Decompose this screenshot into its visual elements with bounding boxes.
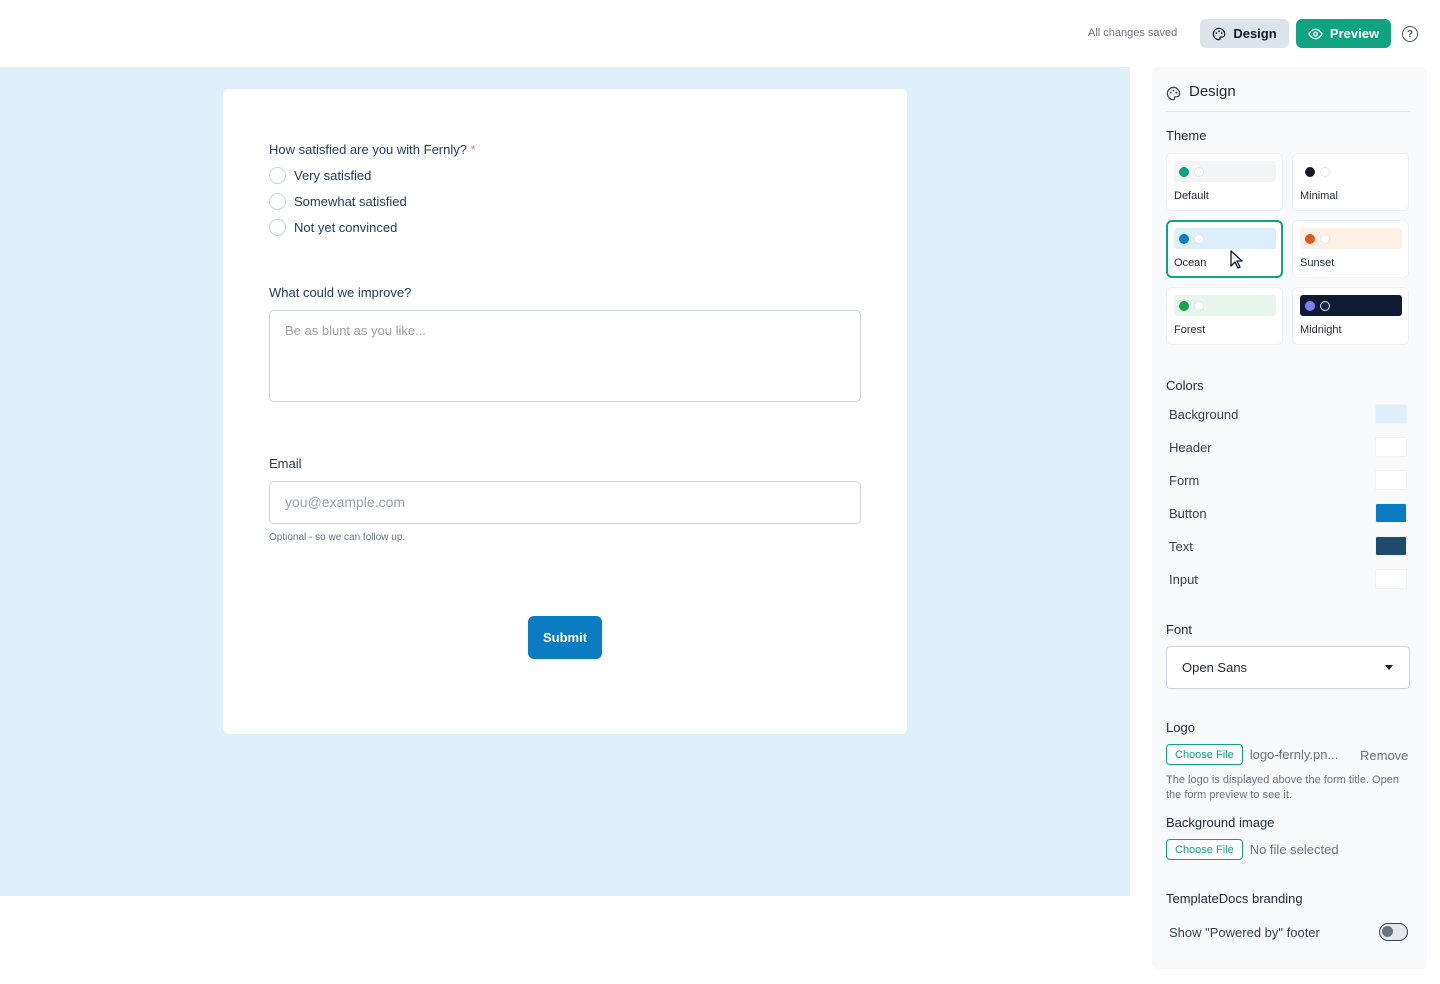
design-button[interactable]: Design bbox=[1200, 19, 1289, 48]
sidebar-title: Design bbox=[1189, 83, 1236, 100]
color-picker-input[interactable] bbox=[1375, 569, 1407, 589]
theme-color-dot bbox=[1305, 167, 1315, 177]
color-row-background: Background bbox=[1169, 403, 1407, 425]
background-image-file-row: Choose File No file selected bbox=[1166, 839, 1339, 860]
color-label: Header bbox=[1169, 439, 1212, 455]
background-image-choose-file-button[interactable]: Choose File bbox=[1166, 839, 1243, 860]
theme-color-dot bbox=[1305, 234, 1315, 244]
theme-default[interactable]: Default bbox=[1166, 153, 1283, 211]
color-row-button: Button bbox=[1169, 502, 1407, 524]
submit-button[interactable]: Submit bbox=[528, 616, 602, 659]
color-picker-text[interactable] bbox=[1375, 536, 1407, 556]
theme-heading: Theme bbox=[1166, 128, 1207, 143]
color-row-form: Form bbox=[1169, 469, 1407, 491]
color-row-text: Text bbox=[1169, 535, 1407, 557]
theme-swatch bbox=[1300, 295, 1402, 316]
theme-sunset[interactable]: Sunset bbox=[1292, 220, 1409, 278]
radio-button[interactable] bbox=[269, 193, 286, 210]
theme-ocean[interactable]: Ocean bbox=[1166, 220, 1283, 278]
font-heading: Font bbox=[1166, 622, 1193, 637]
radio-button[interactable] bbox=[269, 167, 286, 184]
branding-toggle-label: Show "Powered by" footer bbox=[1169, 924, 1320, 940]
theme-color-dot bbox=[1320, 167, 1330, 177]
email-field[interactable]: you@example.com bbox=[269, 481, 861, 524]
mouse-pointer-icon bbox=[1230, 250, 1243, 269]
sidebar-header: Design bbox=[1166, 83, 1410, 112]
theme-color-dot bbox=[1194, 301, 1204, 311]
theme-color-dot bbox=[1179, 301, 1189, 311]
form-card: How satisfied are you with Fernly? * Ver… bbox=[223, 89, 907, 734]
branding-toggle[interactable] bbox=[1379, 923, 1408, 941]
email-hint: Optional - so we can follow up. bbox=[269, 532, 406, 543]
color-label: Background bbox=[1169, 406, 1239, 422]
color-row-input: Input bbox=[1169, 568, 1407, 590]
theme-name: Sunset bbox=[1300, 257, 1335, 269]
color-label: Input bbox=[1169, 571, 1198, 587]
improve-textarea[interactable]: Be as blunt as you like... bbox=[269, 310, 861, 402]
theme-color-dot bbox=[1179, 234, 1189, 244]
theme-forest[interactable]: Forest bbox=[1166, 287, 1283, 345]
theme-name: Forest bbox=[1174, 324, 1206, 336]
logo-description: The logo is displayed above the form tit… bbox=[1166, 774, 1399, 801]
logo-remove-button[interactable]: Remove bbox=[1360, 748, 1408, 763]
color-picker-background[interactable] bbox=[1375, 404, 1407, 424]
theme-swatch bbox=[1300, 228, 1402, 249]
color-row-header: Header bbox=[1169, 436, 1407, 458]
theme-color-dot bbox=[1194, 167, 1204, 177]
color-picker-button[interactable] bbox=[1375, 503, 1407, 523]
color-label: Text bbox=[1169, 538, 1193, 554]
chevron-down-icon bbox=[1385, 665, 1393, 670]
palette-icon bbox=[1213, 27, 1226, 40]
top-bar: All changes saved Design Preview ? bbox=[0, 0, 1440, 66]
design-sidebar: Design Theme Default Minimal Ocean Sunset Fo… bbox=[1152, 67, 1427, 969]
theme-name: Minimal bbox=[1300, 190, 1338, 202]
preview-button[interactable]: Preview bbox=[1296, 19, 1391, 48]
color-label: Button bbox=[1169, 505, 1207, 521]
help-icon[interactable]: ? bbox=[1402, 26, 1418, 42]
theme-midnight[interactable]: Midnight bbox=[1292, 287, 1409, 345]
branding-heading: TemplateDocs branding bbox=[1166, 891, 1303, 906]
save-status: All changes saved bbox=[1088, 27, 1178, 39]
font-select-value: Open Sans bbox=[1182, 660, 1248, 675]
logo-file-row: Choose File logo-fernly.pn... bbox=[1166, 744, 1338, 765]
theme-swatch bbox=[1174, 161, 1276, 182]
radio-option-somewhat-satisfied[interactable]: Somewhat satisfied bbox=[269, 193, 407, 210]
theme-name: Midnight bbox=[1300, 324, 1342, 336]
theme-color-dot bbox=[1305, 301, 1315, 311]
preview-button-label: Preview bbox=[1329, 26, 1380, 41]
color-picker-form[interactable] bbox=[1375, 470, 1407, 490]
colors-heading: Colors bbox=[1166, 378, 1204, 393]
radio-option-very-satisfied[interactable]: Very satisfied bbox=[269, 167, 371, 184]
theme-name: Ocean bbox=[1174, 257, 1207, 269]
question-improve-label: What could we improve? bbox=[269, 285, 412, 300]
theme-color-dot bbox=[1194, 234, 1204, 244]
theme-color-dot bbox=[1179, 167, 1189, 177]
theme-color-dot bbox=[1320, 234, 1330, 244]
question-satisfaction-label: How satisfied are you with Fernly? * bbox=[269, 142, 476, 157]
palette-icon bbox=[1166, 86, 1181, 101]
background-image-filename: No file selected bbox=[1249, 842, 1339, 857]
branding-toggle-row: Show "Powered by" footer bbox=[1169, 921, 1408, 943]
radio-button[interactable] bbox=[269, 219, 286, 236]
radio-option-not-yet-convinced[interactable]: Not yet convinced bbox=[269, 219, 397, 236]
theme-name: Default bbox=[1174, 190, 1209, 202]
theme-color-dot bbox=[1320, 301, 1330, 311]
font-select[interactable]: Open Sans bbox=[1166, 646, 1410, 689]
eye-icon bbox=[1308, 28, 1323, 39]
email-label: Email bbox=[269, 456, 302, 471]
logo-heading: Logo bbox=[1166, 720, 1195, 735]
toggle-knob bbox=[1382, 926, 1393, 937]
background-image-heading: Background image bbox=[1166, 815, 1275, 830]
color-label: Form bbox=[1169, 472, 1200, 488]
color-picker-header[interactable] bbox=[1375, 437, 1407, 457]
theme-minimal[interactable]: Minimal bbox=[1292, 153, 1409, 211]
logo-filename: logo-fernly.pn... bbox=[1249, 747, 1339, 762]
theme-swatch bbox=[1174, 295, 1276, 316]
logo-choose-file-button[interactable]: Choose File bbox=[1166, 744, 1243, 765]
required-mark: * bbox=[470, 142, 476, 157]
theme-swatch bbox=[1174, 228, 1276, 249]
theme-swatch bbox=[1300, 161, 1402, 182]
form-canvas: How satisfied are you with Fernly? * Ver… bbox=[0, 67, 1130, 896]
design-button-label: Design bbox=[1233, 26, 1277, 41]
